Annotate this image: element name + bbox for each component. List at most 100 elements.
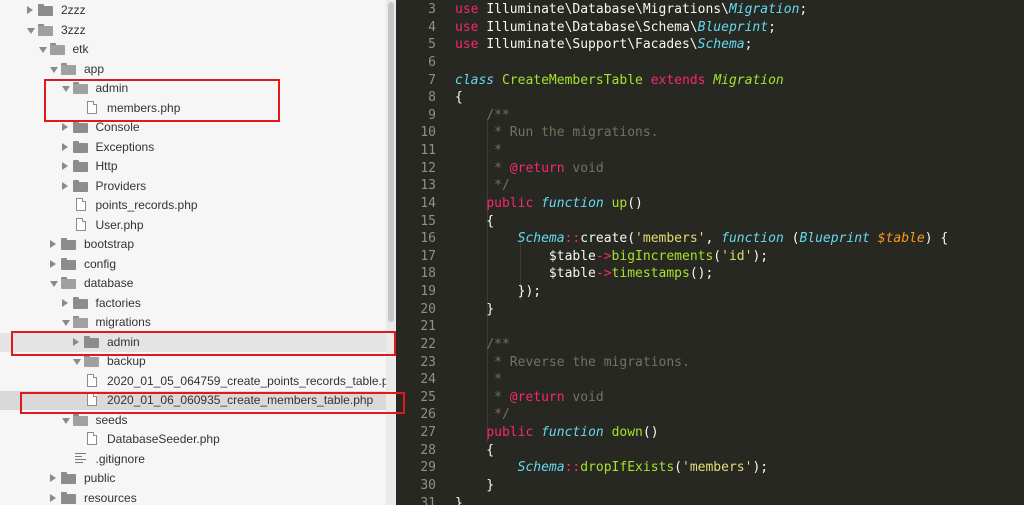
tree-folder-providers[interactable]: Providers [0, 177, 386, 196]
code-token: Migration [713, 72, 784, 88]
tree-file-databaseseeder-php[interactable]: DatabaseSeeder.php [0, 430, 386, 449]
code-line[interactable]: } [455, 478, 494, 493]
code-token: () [627, 195, 643, 211]
chevron-right-icon[interactable] [61, 181, 68, 190]
code-line[interactable]: * @return void [455, 161, 604, 176]
line-number: 5 [428, 37, 436, 53]
chevron-down-icon[interactable] [38, 47, 47, 53]
chevron-right-icon[interactable] [50, 240, 56, 248]
code-line[interactable]: public function down() [455, 425, 659, 441]
tree-folder-resources[interactable]: resources [0, 489, 386, 505]
code-token: () [642, 425, 659, 441]
tree-folder-exceptions[interactable]: Exceptions [0, 138, 386, 157]
line-number: 3 [428, 2, 436, 17]
code-token: Migration [728, 2, 800, 17]
line-number: 17 [420, 248, 436, 264]
tree-folder-http[interactable]: Http [0, 157, 386, 176]
chevron-right-icon[interactable] [61, 162, 68, 170]
code-line[interactable]: { [455, 90, 463, 105]
code-line[interactable]: Schema::create('members', function (Blue… [455, 231, 949, 247]
tree-item-label: migrations [95, 315, 151, 329]
code-token: $table [455, 266, 596, 282]
tree-file-points-records-php[interactable]: points_records.php [0, 196, 386, 215]
tree-file-2020-01-05-064759-create-points-records-table-php[interactable]: 2020_01_05_064759_create_points_records_… [0, 372, 386, 391]
folder-icon [61, 238, 76, 250]
line-number: 31 [420, 495, 436, 505]
tree-folder-app[interactable]: app [0, 60, 386, 79]
code-line[interactable]: * Run the migrations. [455, 125, 658, 140]
code-line[interactable]: use Illuminate\Database\Schema\Blueprint… [455, 20, 776, 35]
chevron-right-icon[interactable] [50, 493, 56, 502]
code-token: /** [486, 336, 510, 352]
folder-icon [38, 4, 53, 16]
tree-file-user-php[interactable]: User.php [0, 216, 386, 235]
code-token: 'members' [635, 231, 706, 247]
chevron-right-icon[interactable] [61, 298, 68, 307]
code-line[interactable]: { [455, 214, 494, 229]
tree-folder-public[interactable]: public [0, 469, 386, 488]
code-line[interactable]: use Illuminate\Support\Facades\Schema; [455, 37, 752, 52]
code-line[interactable]: */ [455, 178, 510, 193]
tree-folder-database[interactable]: database [0, 274, 386, 293]
line-number: 28 [420, 442, 436, 458]
tree-item-label: Exceptions [95, 139, 155, 154]
code-line[interactable]: { [455, 443, 494, 458]
code-line[interactable]: $table->timestamps(); [455, 266, 713, 281]
chevron-right-icon[interactable] [61, 142, 68, 151]
chevron-down-icon[interactable] [50, 66, 58, 73]
tree-folder-3zzz[interactable]: 3zzz [0, 21, 386, 40]
code-token: Schema [697, 37, 745, 53]
tree-folder-migrations[interactable]: migrations [0, 313, 386, 332]
folder-icon [72, 296, 88, 309]
tree-folder-2zzz[interactable]: 2zzz [0, 1, 386, 20]
code-line[interactable]: } [455, 302, 494, 317]
code-token: public [486, 425, 542, 441]
tree-folder-config[interactable]: config [0, 255, 386, 274]
code-line[interactable]: use Illuminate\Database\Migrations\Migra… [455, 2, 807, 17]
code-token: } [455, 301, 495, 317]
code-line[interactable]: * @return void [455, 390, 604, 405]
sidebar-scrollbar[interactable] [386, 0, 396, 505]
code-token: timestamps [611, 266, 690, 282]
sidebar-scrollbar-thumb[interactable] [388, 2, 394, 322]
code-line[interactable]: * [455, 143, 502, 158]
chevron-right-icon[interactable] [50, 474, 56, 482]
code-line[interactable]: /** [455, 108, 509, 123]
folder-icon [61, 472, 76, 484]
code-line[interactable]: * [455, 372, 502, 387]
tree-item-label: 2zzz [61, 3, 86, 17]
tree-file-gitignore[interactable]: .gitignore [0, 450, 386, 469]
tree-folder-bootstrap[interactable]: bootstrap [0, 235, 386, 254]
tree-folder-factories[interactable]: factories [0, 294, 386, 313]
code-token: down [611, 425, 643, 441]
code-line[interactable]: Schema::dropIfExists('members'); [455, 460, 768, 475]
code-token: $table [455, 248, 596, 264]
chevron-right-icon[interactable] [27, 6, 33, 14]
code-line[interactable]: $table->bigIncrements('id'); [455, 249, 768, 264]
tree-item-label: Console [95, 120, 140, 134]
code-line[interactable]: * Reverse the migrations. [455, 355, 690, 370]
folder-open-icon [72, 413, 88, 426]
code-line[interactable]: }); [455, 284, 541, 299]
code-editor[interactable]: 3 use Illuminate\Database\Migrations\Migr… [396, 0, 1024, 505]
code-line[interactable]: public function up() [455, 196, 643, 211]
code-line[interactable]: } [455, 496, 463, 505]
tree-folder-etk[interactable]: etk [0, 40, 386, 59]
chevron-down-icon[interactable] [73, 359, 81, 365]
chevron-down-icon[interactable] [27, 27, 35, 34]
folder-icon [72, 140, 88, 153]
chevron-down-icon[interactable] [61, 417, 70, 424]
annotation-box-members-migration [20, 392, 405, 414]
code-token: { [455, 213, 495, 229]
chevron-down-icon[interactable] [61, 320, 70, 326]
code-line[interactable]: */ [455, 407, 510, 422]
folder-icon [72, 160, 88, 172]
code-token: Schema [517, 460, 565, 476]
chevron-right-icon[interactable] [50, 259, 56, 268]
code-line[interactable]: class CreateMembersTable extends Migrati… [455, 73, 784, 88]
chevron-right-icon[interactable] [61, 123, 68, 131]
chevron-down-icon[interactable] [50, 281, 58, 287]
code-line[interactable]: /** [455, 336, 510, 352]
